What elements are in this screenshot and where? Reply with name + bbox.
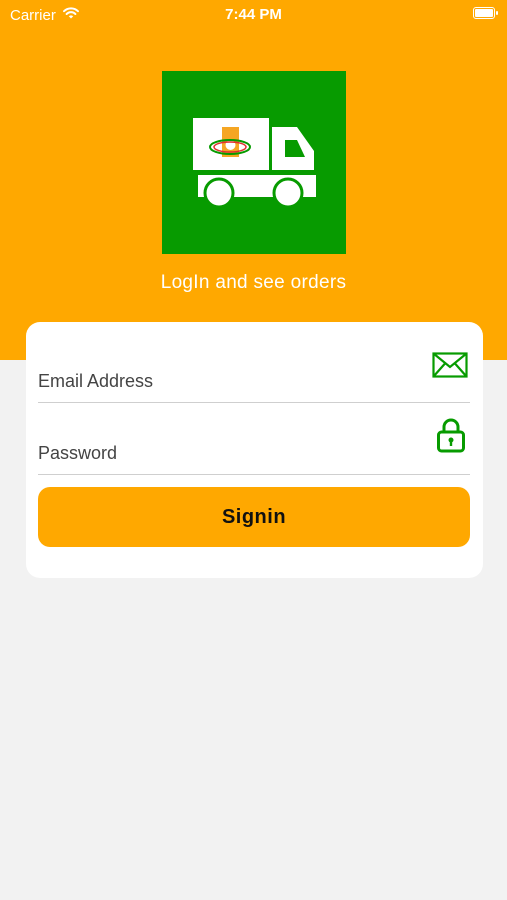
delivery-truck-logo-icon	[162, 71, 346, 254]
status-bar: Carrier 7:44 PM	[0, 0, 507, 28]
email-field[interactable]: Email Address	[38, 342, 470, 403]
signin-button[interactable]: Signin	[38, 487, 470, 547]
clock: 7:44 PM	[225, 6, 282, 23]
login-subtitle: LogIn and see orders	[160, 272, 347, 293]
envelope-icon	[432, 352, 468, 383]
login-card: Email Address Password Signin	[26, 322, 483, 578]
battery-icon	[473, 7, 498, 19]
email-placeholder: Email Address	[38, 371, 154, 391]
password-field[interactable]: Password	[38, 414, 470, 475]
password-placeholder: Password	[38, 443, 118, 463]
lock-icon	[436, 417, 466, 458]
